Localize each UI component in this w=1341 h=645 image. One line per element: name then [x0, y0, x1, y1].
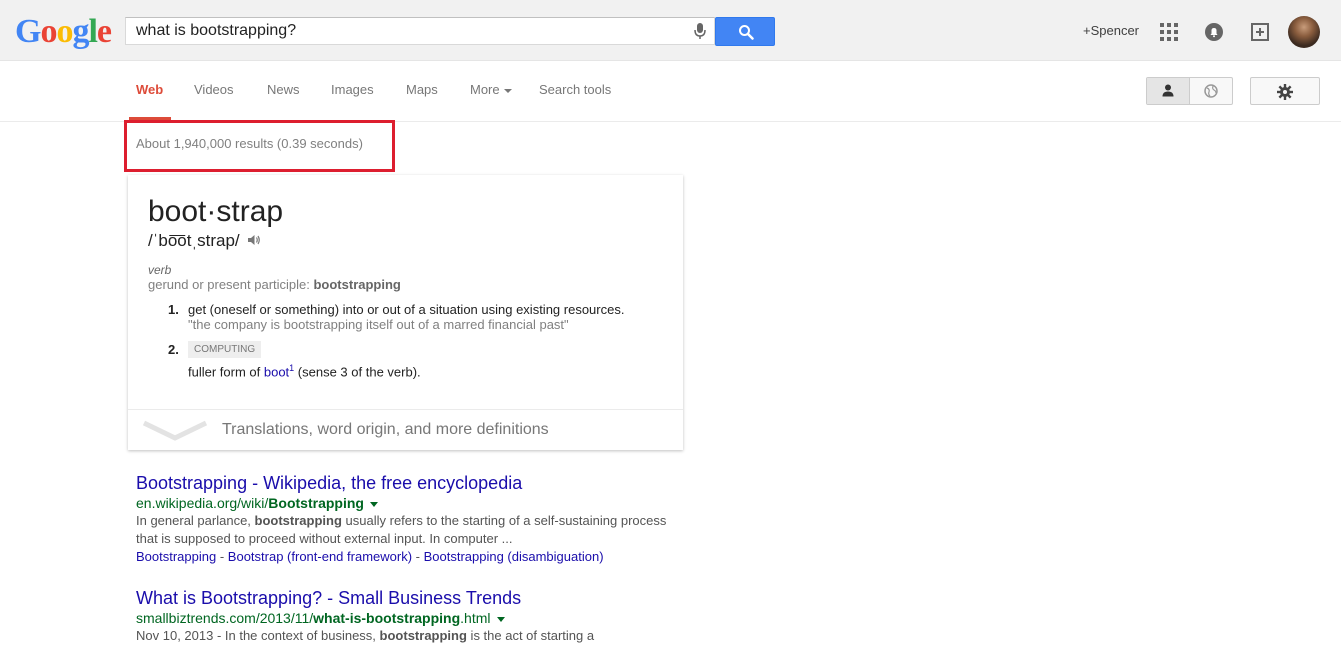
tab-images[interactable]: Images — [331, 82, 374, 97]
global-results-button[interactable] — [1190, 78, 1232, 104]
sense-number: 1. — [168, 302, 179, 317]
snippet-part: Nov 10, 2013 - In the context of busines… — [136, 628, 380, 643]
search-result: Bootstrapping - Wikipedia, the free ency… — [136, 472, 676, 566]
result-url: smallbiztrends.com/2013/11/what-is-boots… — [136, 609, 676, 627]
result-url: en.wikipedia.org/wiki/Bootstrapping — [136, 494, 676, 512]
result-title[interactable]: Bootstrapping - Wikipedia, the free ency… — [136, 472, 676, 494]
tab-news[interactable]: News — [267, 82, 300, 97]
logo-letter: l — [88, 13, 98, 50]
microphone-icon[interactable] — [692, 22, 708, 40]
settings-button[interactable] — [1250, 77, 1320, 105]
person-icon — [1162, 84, 1174, 97]
boot-link[interactable]: boot — [264, 364, 289, 379]
url-prefix: en.wikipedia.org/wiki/ — [136, 495, 269, 511]
result-title[interactable]: What is Bootstrapping? - Small Business … — [136, 587, 676, 609]
definition-word: boot·strap — [148, 195, 284, 228]
url-suffix: .html — [460, 610, 491, 626]
chevron-down-icon — [142, 420, 208, 441]
gerund-label: gerund or present participle: — [148, 277, 314, 292]
top-bar: Google +Spencer — [0, 0, 1341, 61]
tab-videos[interactable]: Videos — [194, 82, 234, 97]
sense-text: get (oneself or something) into or out o… — [188, 302, 625, 317]
sitelink-separator: - — [216, 549, 228, 564]
search-input[interactable] — [126, 18, 681, 44]
tab-maps[interactable]: Maps — [406, 82, 438, 97]
result-snippet: Nov 10, 2013 - In the context of busines… — [136, 627, 676, 645]
url-bold: Bootstrapping — [268, 495, 364, 511]
snippet-part: In general parlance, — [136, 513, 255, 528]
result-sitelinks: Bootstrapping - Bootstrap (front-end fra… — [136, 548, 676, 566]
chevron-down-icon — [503, 88, 512, 93]
chevron-down-icon[interactable] — [369, 501, 378, 507]
result-snippet: In general parlance, bootstrapping usual… — [136, 512, 676, 548]
logo-letter: G — [15, 13, 41, 50]
snippet-part: is the act of starting a — [466, 628, 595, 643]
sense-text-before: fuller form of — [188, 364, 264, 380]
gerund-line: gerund or present participle: bootstrapp… — [148, 277, 401, 292]
phonetic-text: /ˈbo͞otˌstrap/ — [148, 231, 240, 250]
tab-search-tools[interactable]: Search tools — [539, 82, 611, 97]
chevron-down-icon[interactable] — [496, 616, 505, 622]
personal-results-button[interactable] — [1147, 78, 1190, 104]
url-prefix: smallbiztrends.com/2013/11/ — [136, 610, 314, 626]
sense-text-after: (sense 3 of the verb). — [294, 364, 421, 380]
domain-label: COMPUTING — [188, 341, 262, 358]
gear-icon — [1277, 84, 1293, 100]
search-button[interactable] — [715, 17, 775, 46]
sitelink[interactable]: Bootstrapping (disambiguation) — [424, 549, 604, 564]
snippet-bold: bootstrapping — [379, 628, 467, 643]
url-bold: what-is-bootstrapping — [313, 610, 461, 626]
search-result: What is Bootstrapping? - Small Business … — [136, 587, 676, 645]
phonetic-line: /ˈbo͞otˌstrap/ — [148, 231, 261, 251]
notifications-icon[interactable] — [1204, 22, 1224, 42]
more-definitions-link[interactable]: Translations, word origin, and more defi… — [222, 421, 549, 439]
logo-letter: e — [96, 13, 112, 50]
avatar[interactable] — [1288, 16, 1320, 48]
share-plus-icon[interactable] — [1250, 22, 1270, 42]
google-logo[interactable]: Google — [15, 12, 112, 52]
definition-card: boot·strap /ˈbo͞otˌstrap/ verb gerund or… — [128, 175, 683, 450]
logo-letter: g — [72, 13, 89, 50]
search-icon — [739, 25, 754, 40]
search-box — [125, 17, 715, 45]
snippet-bold: bootstrapping — [254, 513, 342, 528]
globe-icon — [1204, 84, 1218, 98]
speaker-icon[interactable] — [247, 233, 261, 247]
tab-more[interactable]: More — [470, 82, 512, 97]
logo-letter: o — [40, 13, 57, 50]
sitelink-separator: - — [412, 549, 424, 564]
user-profile-link[interactable]: +Spencer — [1083, 23, 1139, 38]
sense-example: "the company is bootstrapping itself out… — [188, 317, 569, 332]
highlight-annotation-box — [124, 120, 395, 172]
sense-number: 2. — [168, 342, 179, 357]
tab-web[interactable]: Web — [136, 82, 163, 97]
logo-letter: o — [56, 13, 73, 50]
sitelink[interactable]: Bootstrap (front-end framework) — [228, 549, 412, 564]
search-tabs-bar: Web Videos News Images Maps More Search … — [0, 61, 1341, 122]
more-definitions-bar[interactable]: Translations, word origin, and more defi… — [128, 409, 683, 450]
part-of-speech: verb — [148, 263, 172, 277]
tab-more-label: More — [470, 82, 500, 97]
gerund-value: bootstrapping — [313, 277, 401, 292]
sitelink[interactable]: Bootstrapping — [136, 549, 216, 564]
sense-text: fuller form of boot1 (sense 3 of the ver… — [188, 363, 421, 379]
apps-grid-icon[interactable] — [1159, 22, 1179, 42]
results-toggle — [1146, 77, 1233, 105]
